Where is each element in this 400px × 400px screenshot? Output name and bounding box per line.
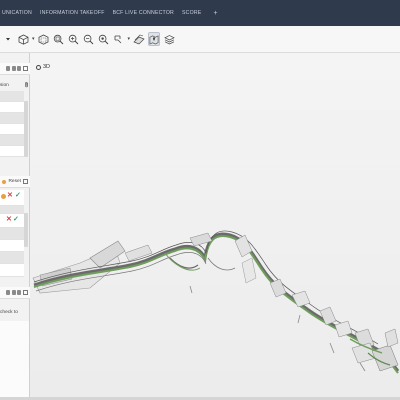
cube-view-icon[interactable]: [17, 32, 29, 46]
top-navigation-bar: UNICATION INFORMATION TAKEOFF BCF LIVE C…: [0, 0, 400, 26]
infrastructure-model[interactable]: [30, 53, 400, 400]
viewer-toolbar: ▾ ▾: [0, 26, 400, 53]
panel-icon-b[interactable]: [11, 66, 16, 71]
panel-icon-c[interactable]: [17, 290, 21, 295]
panel3-text: check to: [0, 310, 18, 315]
panel-icon-b[interactable]: [11, 290, 16, 295]
list-row[interactable]: [0, 240, 24, 252]
list-row[interactable]: [0, 102, 24, 113]
panel-icon-c[interactable]: [17, 66, 21, 71]
list-row[interactable]: [0, 113, 24, 124]
list-row[interactable]: [0, 135, 24, 146]
tab-communication[interactable]: UNICATION: [2, 10, 32, 16]
3d-viewport[interactable]: 3D: [30, 53, 400, 400]
pan-caret[interactable]: ▾: [128, 36, 131, 42]
dropdown-arrow-icon[interactable]: [2, 32, 14, 46]
tab-information-takeoff[interactable]: INFORMATION TAKEOFF: [40, 10, 105, 16]
accept-icon[interactable]: ✓: [15, 191, 21, 199]
list-row[interactable]: [0, 228, 24, 240]
panel1-scrollbar[interactable]: [24, 101, 28, 157]
status-dot-icon: [2, 179, 7, 184]
box-select-icon[interactable]: [38, 32, 50, 46]
accept-icon[interactable]: ✓: [13, 215, 19, 223]
map-pin-icon[interactable]: [148, 32, 161, 46]
issue-row-spacer: [0, 206, 24, 214]
issue-row[interactable]: [0, 214, 24, 228]
list-row[interactable]: [0, 91, 24, 102]
left-side-panel: sion Reset ✕ ✓ ✕ ✓ check to: [0, 53, 30, 400]
panel3-header: [0, 287, 30, 299]
reset-button[interactable]: Reset: [8, 179, 21, 184]
zoom-fit-icon[interactable]: [53, 32, 65, 46]
section-icon[interactable]: [133, 32, 145, 46]
panel-icon-a[interactable]: [6, 66, 10, 71]
panel3-body: [0, 321, 29, 400]
list-row[interactable]: [0, 124, 24, 135]
panel-icon-a[interactable]: [6, 290, 10, 295]
reject-icon[interactable]: ✕: [7, 191, 13, 199]
panel1-header: [0, 63, 30, 75]
tab-bcf-live-connector[interactable]: BCF LIVE CONNECTOR: [113, 10, 174, 16]
panel2-window-icon[interactable]: [23, 179, 28, 184]
zoom-out-icon[interactable]: [83, 32, 95, 46]
issue-status-icon: [1, 194, 6, 199]
list-row[interactable]: [0, 252, 24, 264]
list-row[interactable]: [0, 146, 24, 157]
reject-icon[interactable]: ✕: [6, 215, 12, 223]
tab-score[interactable]: SCORE: [182, 10, 201, 16]
panel2-scrollbar[interactable]: [24, 213, 28, 247]
paperclip-icon[interactable]: [24, 81, 29, 88]
panel1-window-icon[interactable]: [23, 66, 28, 71]
panel1-column-header: sion: [0, 83, 9, 88]
list-row[interactable]: [0, 264, 24, 277]
panel2-header: Reset: [0, 176, 30, 188]
pan-icon[interactable]: [113, 32, 125, 46]
zoom-window-icon[interactable]: [98, 32, 110, 46]
zoom-in-icon[interactable]: [68, 32, 80, 46]
cube-view-caret[interactable]: ▾: [32, 36, 35, 42]
panel3-window-icon[interactable]: [23, 290, 28, 295]
add-tab-button[interactable]: +: [213, 10, 217, 17]
layers-icon[interactable]: [163, 32, 175, 46]
